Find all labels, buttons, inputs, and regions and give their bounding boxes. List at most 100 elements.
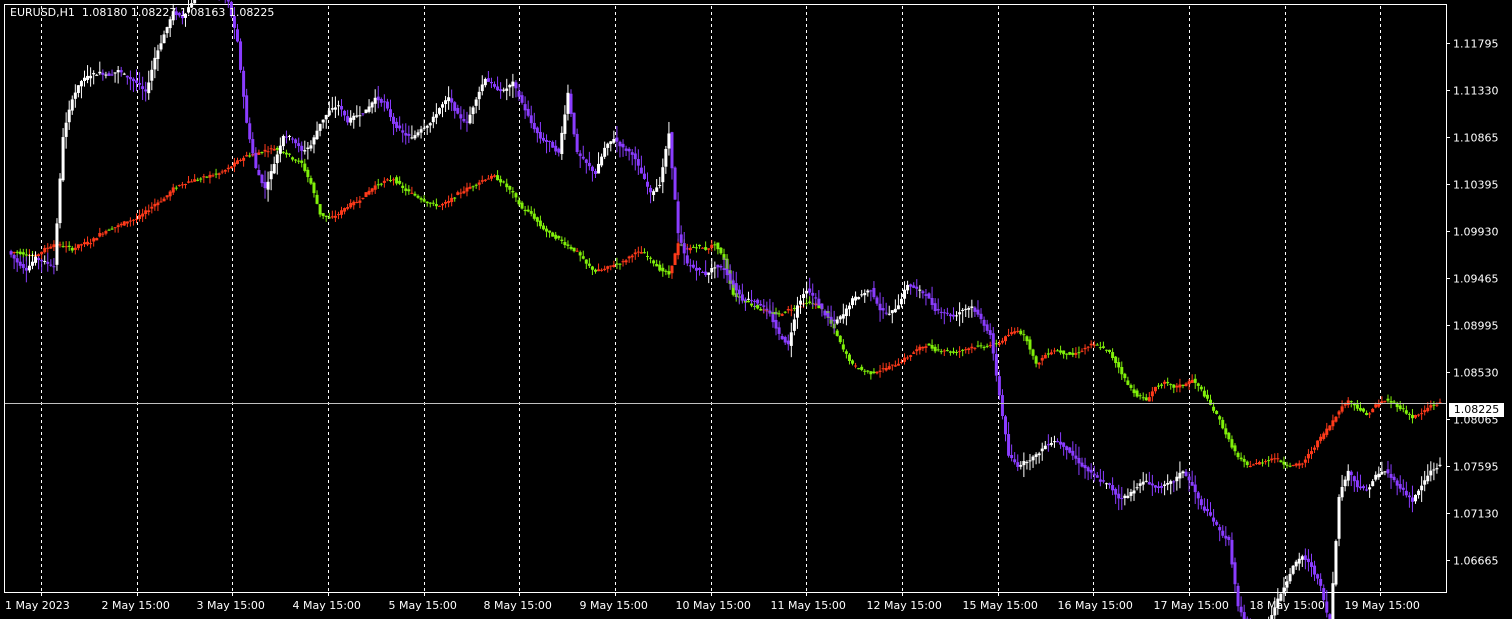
candle-body: [1114, 356, 1118, 363]
candle-body: [912, 352, 916, 354]
candle-body: [1095, 475, 1099, 478]
candle-body: [1083, 347, 1087, 350]
candle-body: [275, 147, 279, 150]
candle-body: [260, 152, 264, 154]
candle-body: [1270, 615, 1274, 619]
candle-body: [600, 269, 604, 271]
candle-body: [110, 74, 114, 76]
candle-body: [887, 313, 891, 315]
candle-body: [46, 261, 50, 264]
candle-body: [385, 101, 389, 109]
candle-body: [661, 167, 665, 183]
candle-body: [1300, 463, 1304, 465]
candle-body: [199, 178, 203, 180]
candle-body: [945, 350, 949, 352]
y-tick-label: 1.11795: [1453, 38, 1499, 51]
candle-body: [447, 200, 451, 203]
candle-body: [710, 267, 714, 273]
candle-body: [144, 89, 148, 92]
candle-body: [410, 137, 414, 139]
candle-body: [1138, 483, 1142, 486]
candle-body: [471, 186, 475, 188]
candle-body: [113, 72, 117, 74]
candle-body: [597, 269, 601, 272]
candle-body: [924, 294, 928, 296]
candle-body: [994, 354, 998, 376]
candle-body: [49, 264, 53, 266]
candle-body: [58, 178, 62, 224]
candle-body: [563, 242, 567, 246]
candle-body: [64, 122, 68, 137]
candle-body: [545, 139, 549, 142]
candle-body: [379, 183, 383, 185]
candle-body: [79, 244, 83, 246]
candle-body: [1199, 386, 1203, 390]
candle-body: [346, 116, 350, 123]
candle-body: [1004, 416, 1008, 435]
candle-body: [1117, 362, 1121, 368]
candle-body: [1092, 344, 1096, 346]
candle-body: [382, 180, 386, 183]
candle-body: [636, 251, 640, 253]
candle-body: [1104, 483, 1108, 485]
candle-body: [535, 127, 539, 134]
candle-body: [554, 234, 558, 239]
candle-body: [872, 371, 876, 374]
candle-body: [1037, 362, 1041, 365]
candle-body: [526, 108, 530, 116]
candle-body: [642, 173, 646, 179]
candle-body: [939, 311, 943, 313]
candle-body: [1065, 353, 1069, 355]
candle-body: [603, 147, 607, 157]
candle-body: [1169, 481, 1173, 484]
candle-body: [707, 248, 711, 250]
candle-body: [1132, 490, 1136, 494]
chart-canvas[interactable]: 1.11795 1.11330 1.10865 1.10395 1.09930 1.094…: [0, 0, 1512, 619]
candle-body: [1245, 461, 1249, 466]
candle-body: [416, 195, 420, 198]
candle-body: [217, 173, 221, 175]
candle-body: [398, 125, 402, 129]
candle-body: [174, 187, 178, 189]
candle-body: [1172, 384, 1176, 388]
candle-body: [1101, 480, 1105, 482]
candle-body: [37, 258, 41, 261]
candle-body: [1031, 349, 1035, 356]
candle-body: [569, 93, 573, 114]
candle-body: [967, 348, 971, 351]
x-tick-label: 12 May 15:00: [867, 599, 942, 612]
candle-body: [860, 294, 864, 296]
candle-body: [125, 221, 129, 224]
candle-body: [1080, 350, 1084, 352]
candle-body: [520, 95, 524, 103]
candle-body: [281, 151, 285, 153]
candle-body: [468, 186, 472, 189]
candle-body: [694, 267, 698, 271]
candle-body: [673, 253, 677, 265]
candle-body: [1172, 481, 1176, 483]
candle-body: [1285, 464, 1289, 466]
candle-body: [474, 99, 478, 106]
high-value: 1.08227: [130, 6, 177, 19]
x-tick-label: 9 May 15:00: [580, 599, 648, 612]
candle-body: [358, 200, 362, 203]
candle-body: [899, 361, 903, 363]
candle-body: [936, 309, 940, 311]
candle-body: [939, 351, 943, 353]
candle-body: [511, 81, 515, 87]
candle-body: [1150, 391, 1154, 397]
candle-body: [440, 203, 444, 206]
candle-body: [294, 139, 298, 144]
candle-body: [685, 255, 689, 264]
candle-body: [1346, 470, 1350, 481]
x-axis-ticks: 1 May 2023 2 May 15:00 3 May 15:00 4 May 15…: [5, 592, 1420, 612]
candle-body: [927, 293, 931, 299]
candle-body: [1181, 471, 1185, 474]
candle-body: [303, 150, 307, 152]
candle-body: [1016, 330, 1020, 332]
candle-body: [52, 266, 56, 268]
candle-body: [854, 365, 858, 367]
candle-body: [465, 187, 469, 192]
candle-body: [1160, 485, 1164, 488]
price-chart[interactable]: 1.11795 1.11330 1.10865 1.10395 1.09930 1.094…: [0, 0, 1512, 619]
